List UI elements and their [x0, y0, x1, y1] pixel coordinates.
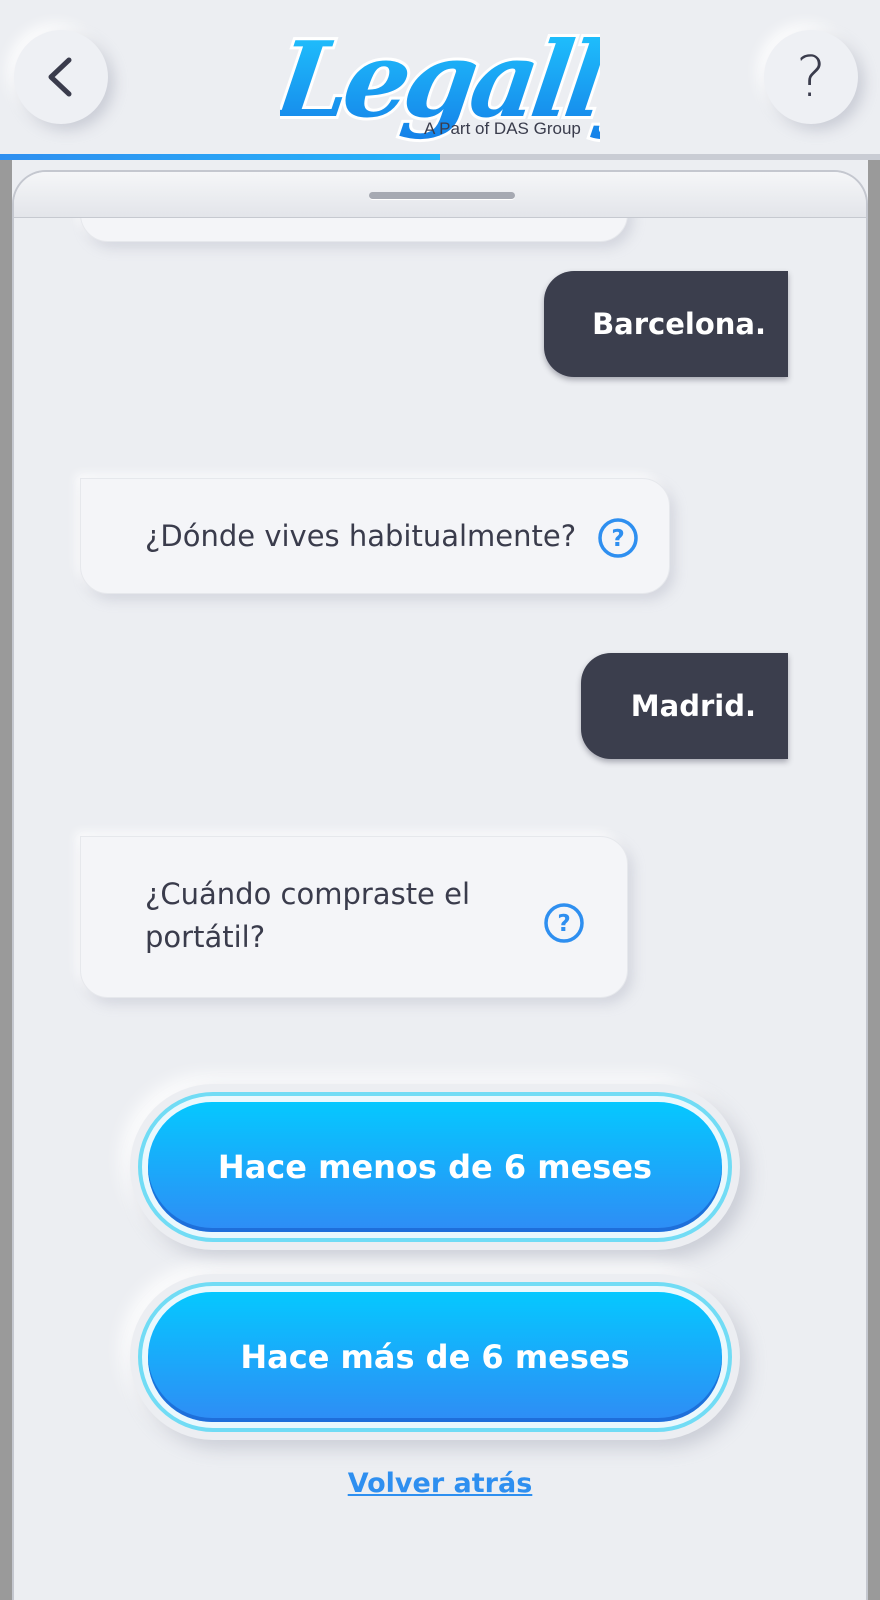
bot-message-text: ¿Cuándo compraste el portátil?	[145, 877, 471, 954]
bot-message-text: ¿Dónde vives habitualmente?	[145, 519, 577, 553]
go-back-link[interactable]: Volver atrás	[0, 1468, 880, 1499]
user-message: Barcelona.	[544, 271, 788, 377]
answer-less-than-6-months-button[interactable]: Hace menos de 6 meses	[138, 1092, 732, 1242]
question-circle-icon[interactable]: ?	[597, 517, 639, 559]
answer-option-1: Hace menos de 6 meses	[130, 1084, 740, 1250]
logo-subtitle: A Part of DAS Group	[424, 119, 581, 138]
drag-handle[interactable]	[369, 192, 515, 199]
user-message-text: Barcelona.	[592, 307, 766, 341]
right-rail	[868, 160, 880, 1600]
answer-button-label: Hace menos de 6 meses	[148, 1102, 722, 1232]
svg-text:?: ?	[557, 911, 570, 937]
panel-header	[14, 172, 866, 218]
bot-message: ¿Cuándo compraste el portátil? ?	[80, 836, 628, 998]
left-rail	[0, 160, 12, 1600]
answer-button-label: Hace más de 6 meses	[148, 1292, 722, 1422]
help-label: ?	[796, 44, 826, 110]
chevron-left-icon	[48, 57, 72, 97]
help-button[interactable]: ?	[764, 30, 858, 124]
svg-text:?: ?	[611, 526, 624, 552]
progress-bar	[0, 154, 880, 160]
answer-option-2: Hace más de 6 meses	[130, 1274, 740, 1440]
header: Legally A Part of DAS Group ?	[0, 0, 880, 160]
answer-more-than-6-months-button[interactable]: Hace más de 6 meses	[138, 1282, 732, 1432]
bot-message: ¿Dónde vives habitualmente? ?	[80, 478, 670, 594]
progress-fill	[0, 154, 440, 160]
user-message: Madrid.	[581, 653, 788, 759]
back-button[interactable]	[14, 30, 108, 124]
question-circle-icon[interactable]: ?	[543, 902, 585, 944]
user-message-text: Madrid.	[630, 689, 756, 723]
